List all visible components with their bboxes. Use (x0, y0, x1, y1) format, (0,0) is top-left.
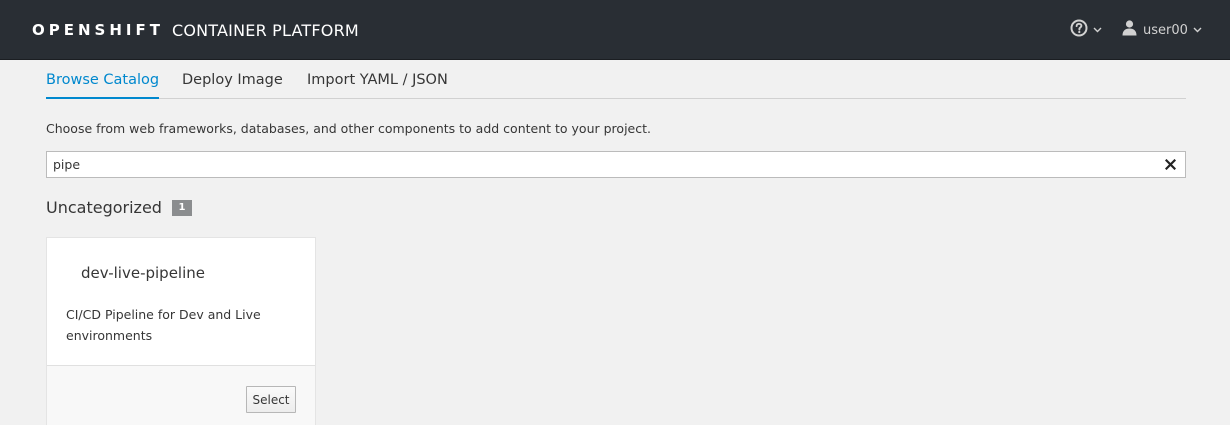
close-icon[interactable] (1163, 157, 1177, 171)
catalog-intro-text: Choose from web frameworks, databases, a… (46, 121, 651, 136)
masthead: OPENSHIFT CONTAINER PLATFORM user00 (0, 0, 1230, 60)
brand-name-bold: OPENSHIFT (32, 21, 164, 39)
tab-deploy-image[interactable]: Deploy Image (182, 61, 283, 99)
user-menu-toggle[interactable]: user00 (1121, 19, 1202, 41)
chevron-down-icon (1093, 27, 1102, 33)
catalog-tabs: Browse Catalog Deploy Image Import YAML … (46, 61, 1186, 99)
brand-logo[interactable]: OPENSHIFT CONTAINER PLATFORM (32, 18, 359, 42)
user-icon (1121, 19, 1138, 41)
catalog-search (46, 151, 1186, 178)
help-menu-toggle[interactable] (1070, 19, 1102, 41)
tab-browse-catalog[interactable]: Browse Catalog (46, 61, 160, 99)
card-title[interactable]: dev-live-pipeline (81, 264, 205, 282)
brand-name-light: CONTAINER PLATFORM (171, 20, 359, 40)
card-footer: Select (47, 365, 315, 425)
category-count-badge: 1 (171, 200, 192, 216)
category-title: Uncategorized (46, 197, 162, 217)
card-description: CI/CD Pipeline for Dev and Live environm… (66, 307, 261, 343)
username-label: user00 (1143, 22, 1188, 38)
select-button[interactable]: Select (246, 386, 296, 413)
category-heading: Uncategorized 1 (46, 196, 192, 218)
catalog-card: dev-live-pipeline CI/CD Pipeline for Dev… (46, 237, 316, 425)
search-input[interactable] (47, 152, 1147, 177)
tab-import-yaml-json[interactable]: Import YAML / JSON (307, 61, 448, 99)
question-circle-icon (1070, 19, 1088, 42)
chevron-down-icon (1193, 27, 1202, 33)
